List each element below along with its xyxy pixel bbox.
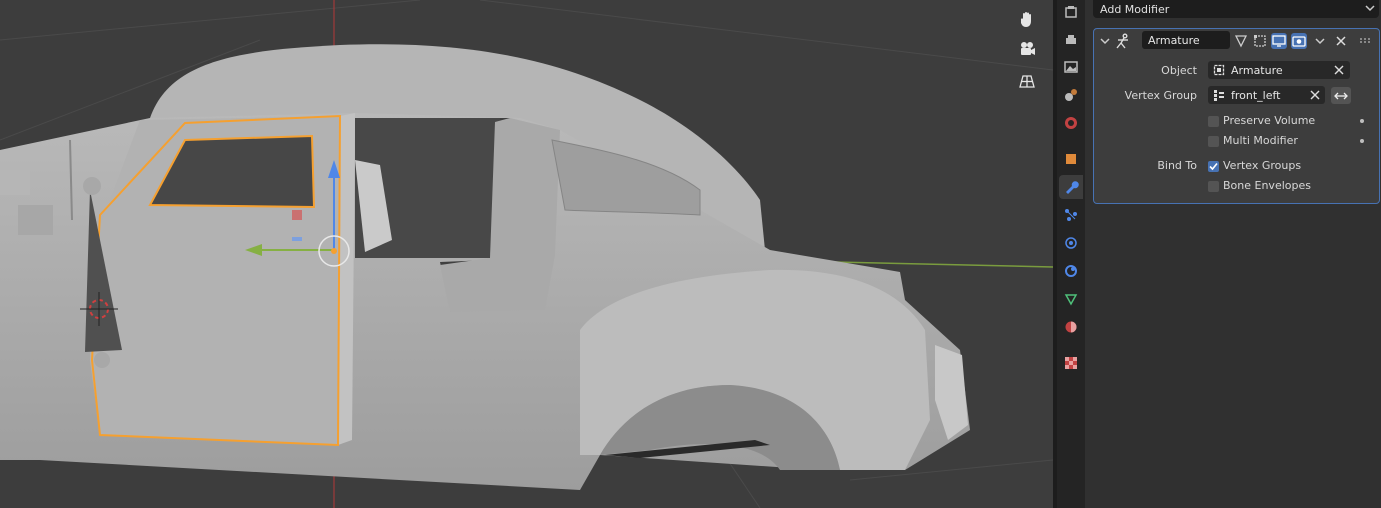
particles-tab[interactable] — [1059, 203, 1083, 227]
armature-modifier-panel: Armature Object Armature Vertex Group fr… — [1093, 28, 1380, 204]
3d-viewport[interactable] — [0, 0, 1053, 508]
vertex-group-label: Vertex Group — [1124, 89, 1197, 102]
multi-modifier-checkbox[interactable] — [1208, 136, 1219, 147]
output-tab[interactable] — [1059, 28, 1083, 52]
wrench-icon — [1066, 181, 1079, 194]
properties-tabs — [1057, 0, 1085, 508]
scene-icon — [1065, 89, 1077, 101]
modifier-name: Armature — [1148, 33, 1200, 47]
bone-head — [83, 177, 101, 195]
constraints-tab[interactable] — [1059, 259, 1083, 283]
camera-icon — [1021, 42, 1035, 55]
edit-cage-toggle[interactable] — [1233, 33, 1249, 49]
engine-part-2 — [18, 205, 53, 235]
edit-mode-toggle[interactable] — [1252, 33, 1268, 49]
pan-view-button[interactable] — [1018, 10, 1044, 36]
clear-vertex-group-icon[interactable] — [1310, 90, 1320, 100]
object-label: Object — [1161, 64, 1197, 77]
bind-to-label: Bind To — [1157, 159, 1197, 172]
render-tab[interactable] — [1059, 0, 1083, 24]
mesh-data-icon — [1064, 294, 1078, 306]
edit-mode-icon — [1254, 35, 1266, 47]
object-icon — [1213, 64, 1225, 76]
checker-icon — [1065, 357, 1077, 369]
camera-view-button[interactable] — [1018, 40, 1044, 66]
grid-ortho-icon — [1019, 75, 1035, 88]
properties-editor: Add Modifier Armature Object Armature Ve… — [1085, 0, 1381, 508]
vertex-group-value: front_left — [1231, 88, 1281, 102]
data-tab[interactable] — [1059, 287, 1083, 311]
printer-icon — [1066, 35, 1076, 44]
modifier-tab[interactable] — [1059, 175, 1083, 199]
arrow-left-right-icon — [1334, 92, 1348, 99]
ortho-toggle-button[interactable] — [1018, 72, 1044, 98]
viewport-scene — [0, 0, 1053, 508]
close-icon[interactable] — [1335, 35, 1347, 47]
world-tab[interactable] — [1059, 111, 1083, 135]
render-toggle[interactable] — [1291, 33, 1307, 49]
bone-tail — [94, 352, 110, 368]
vertex-groups-label: Vertex Groups — [1223, 159, 1302, 172]
texture-tab[interactable] — [1059, 351, 1083, 375]
physics-icon — [1065, 237, 1077, 249]
preserve-volume-label: Preserve Volume — [1223, 114, 1316, 127]
hand-pan-icon — [1020, 12, 1031, 27]
preserve-volume-checkbox[interactable] — [1208, 116, 1219, 127]
invert-vertex-group-button[interactable] — [1331, 87, 1351, 104]
engine-part — [0, 170, 30, 195]
drag-handle-icon[interactable] — [1360, 38, 1372, 44]
image-icon — [1064, 61, 1078, 73]
material-tab[interactable] — [1059, 315, 1083, 339]
add-modifier-dropdown[interactable]: Add Modifier — [1093, 0, 1379, 18]
camera-render-icon — [1292, 36, 1306, 47]
realtime-toggle[interactable] — [1271, 33, 1287, 49]
object-cube-icon — [1066, 154, 1076, 164]
clear-object-icon[interactable] — [1334, 65, 1344, 75]
vertex-groups-checkbox[interactable] — [1208, 161, 1219, 172]
view-layer-tab[interactable] — [1059, 55, 1083, 79]
world-icon — [1065, 117, 1077, 129]
render-icon — [1065, 6, 1077, 18]
checkmark-icon — [1209, 162, 1218, 171]
object-tab[interactable] — [1059, 147, 1083, 171]
scene-tab[interactable] — [1059, 83, 1083, 107]
monitor-icon — [1272, 35, 1286, 47]
cage-triangle-icon — [1234, 35, 1248, 48]
particles-icon — [1065, 209, 1077, 221]
armature-modifier-icon — [1116, 33, 1128, 49]
vertex-group-icon — [1214, 90, 1224, 101]
material-sphere-icon — [1065, 321, 1077, 333]
modifier-name-field[interactable]: Armature — [1142, 31, 1230, 49]
object-value: Armature — [1231, 63, 1283, 77]
animate-property-dot[interactable] — [1360, 139, 1364, 143]
physics-tab[interactable] — [1059, 231, 1083, 255]
animate-property-dot[interactable] — [1360, 119, 1364, 123]
chevron-down-icon — [1365, 5, 1375, 12]
collapse-chevron-icon[interactable] — [1099, 35, 1111, 47]
bone-envelopes-checkbox[interactable] — [1208, 181, 1219, 192]
object-field[interactable]: Armature — [1208, 61, 1350, 79]
constraint-icon — [1065, 265, 1077, 277]
add-modifier-label: Add Modifier — [1100, 2, 1170, 16]
modifier-menu-chevron-icon[interactable] — [1314, 35, 1326, 47]
vertex-group-field[interactable]: front_left — [1208, 86, 1325, 104]
bone-envelopes-label: Bone Envelopes — [1223, 179, 1311, 192]
multi-modifier-label: Multi Modifier — [1223, 134, 1298, 147]
